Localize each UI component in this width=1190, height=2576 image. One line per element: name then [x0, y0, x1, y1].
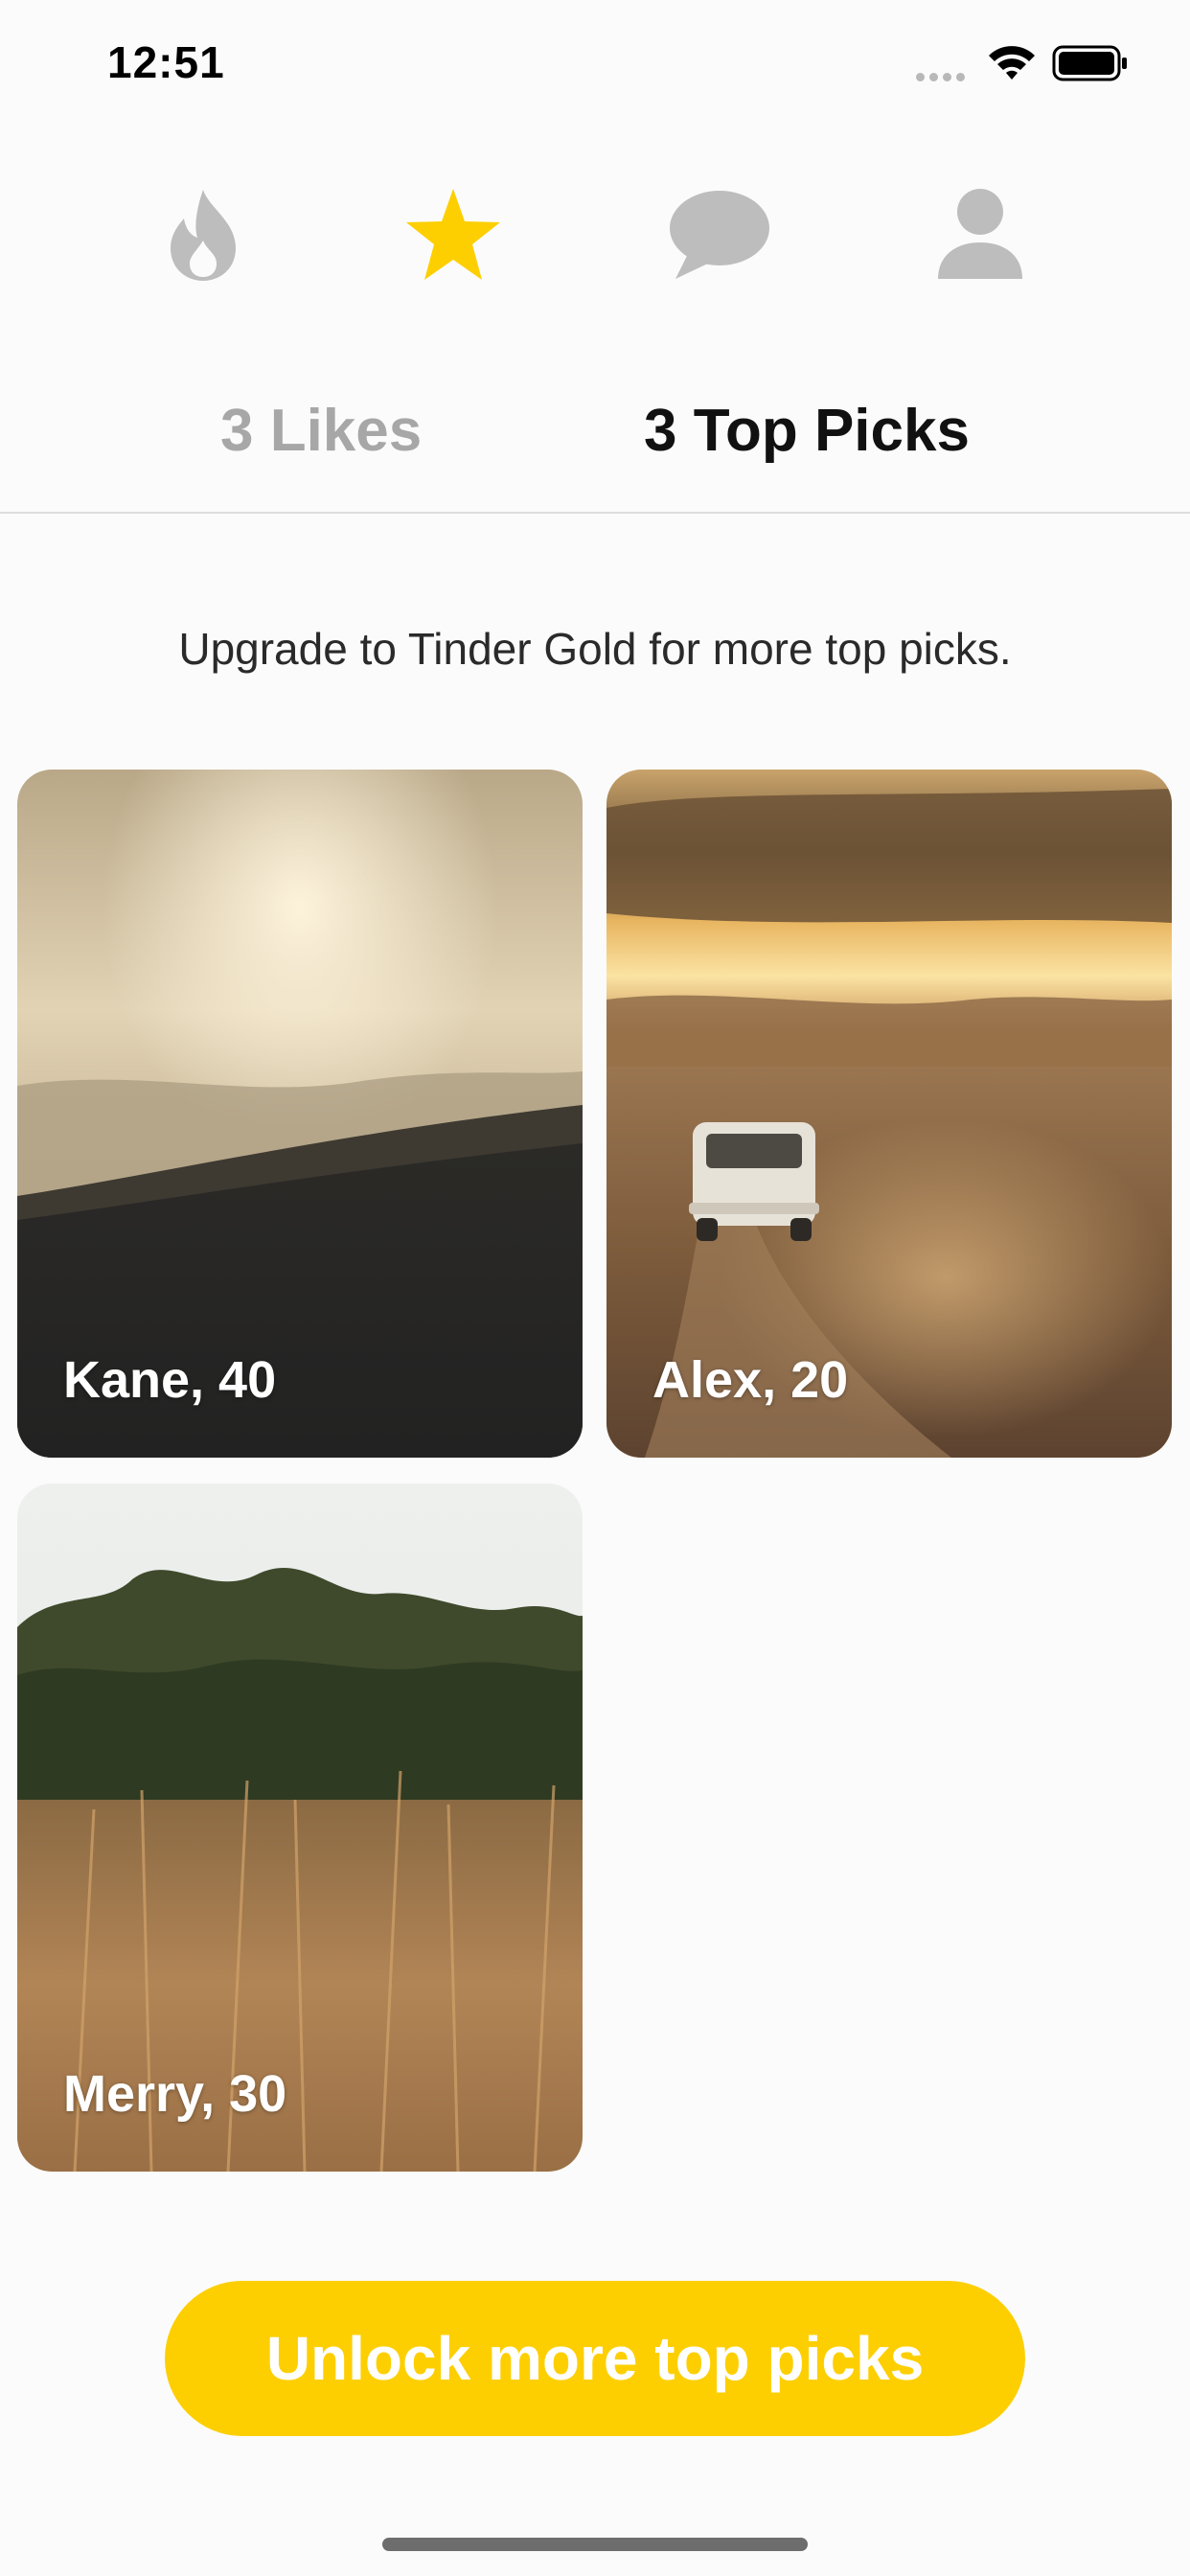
nav-discover[interactable]: [141, 172, 265, 297]
nav-top-picks[interactable]: [391, 172, 515, 297]
wifi-icon: [989, 46, 1035, 80]
profile-card-kane[interactable]: Kane, 40: [17, 770, 583, 1458]
status-time: 12:51: [107, 37, 225, 87]
flame-icon: [171, 190, 236, 281]
card-name-age: Merry, 30: [63, 2065, 287, 2123]
tab-likes[interactable]: 3 Likes: [220, 397, 422, 465]
upgrade-message: Upgrade to Tinder Gold for more top pick…: [178, 624, 1012, 674]
profile-card-merry[interactable]: Merry, 30: [17, 1484, 583, 2172]
top-nav: [0, 172, 1190, 307]
star-icon: [406, 189, 500, 280]
nav-profile[interactable]: [918, 172, 1042, 297]
status-bar: 12:51: [0, 0, 1190, 134]
signal-icon: [916, 69, 970, 86]
profile-card-alex[interactable]: Alex, 20: [606, 770, 1172, 1458]
profile-icon: [938, 189, 1022, 279]
home-indicator[interactable]: [382, 2538, 808, 2551]
nav-messages[interactable]: [656, 172, 781, 297]
chat-bubble-icon: [670, 191, 769, 279]
battery-icon: [1052, 45, 1127, 81]
card-name-age: Alex, 20: [652, 1351, 849, 1409]
card-name-age: Kane, 40: [63, 1351, 277, 1409]
tab-top-picks[interactable]: 3 Top Picks: [644, 397, 970, 465]
unlock-top-picks-button[interactable]: Unlock more top picks: [165, 2281, 1025, 2436]
tab-bar: 3 Likes 3 Top Picks: [0, 383, 1190, 514]
